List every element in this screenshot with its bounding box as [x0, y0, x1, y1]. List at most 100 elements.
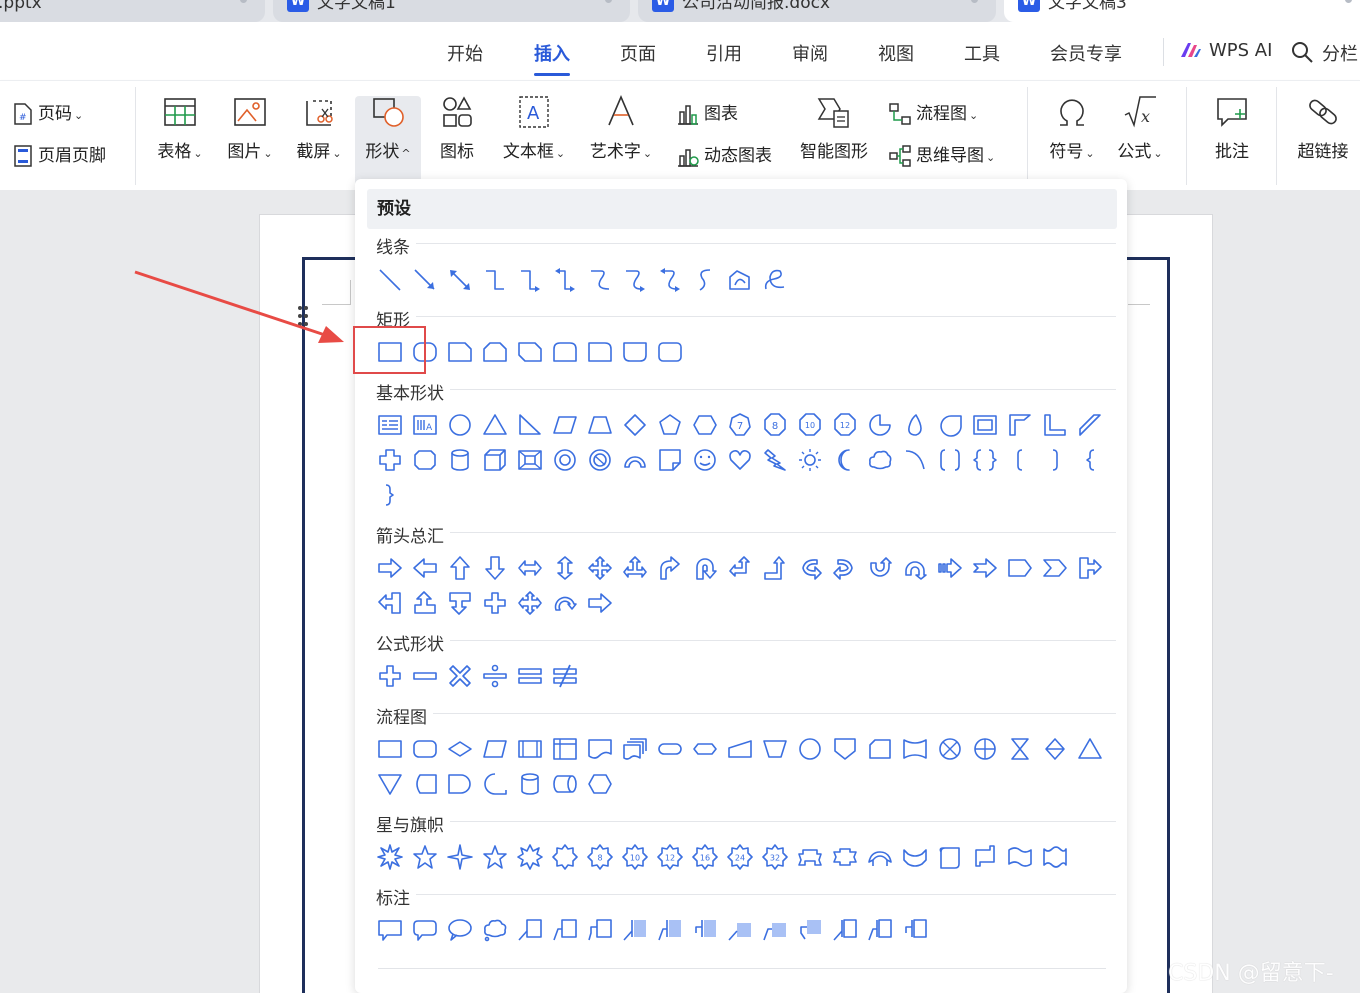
menu-tools[interactable]: 工具 [964, 40, 1000, 66]
flow-shape-icon[interactable] [587, 736, 613, 762]
flow-shape-icon[interactable] [552, 771, 578, 797]
star-shape-icon[interactable] [797, 844, 823, 870]
tab-close-icon[interactable] [240, 0, 247, 3]
star-shape-icon[interactable] [902, 844, 928, 870]
eq-shape-icon[interactable] [412, 663, 438, 689]
symbol-button[interactable]: 符号 ⌄ [1044, 91, 1100, 162]
star-shape-icon[interactable]: 10 [622, 844, 648, 870]
flow-shape-icon[interactable] [1077, 736, 1103, 762]
basic-shape-icon[interactable] [972, 412, 998, 438]
basic-shape-icon[interactable] [447, 447, 473, 473]
callout-shape-icon[interactable] [517, 917, 543, 943]
line-shape-icon[interactable] [727, 267, 753, 293]
comment-button[interactable]: 批注 [1208, 91, 1256, 162]
callout-shape-icon[interactable] [377, 917, 403, 943]
flowchart-button[interactable]: 流程图 ⌄ [888, 101, 978, 127]
line-shape-icon[interactable] [447, 267, 473, 293]
flow-shape-icon[interactable] [622, 736, 648, 762]
basic-shape-icon[interactable] [377, 412, 403, 438]
star-shape-icon[interactable] [517, 844, 543, 870]
arrow-shape-icon[interactable] [412, 555, 438, 581]
rect-shape-icon[interactable] [447, 339, 473, 365]
line-shape-icon[interactable] [552, 267, 578, 293]
callout-shape-icon[interactable] [482, 917, 508, 943]
basic-shape-icon[interactable] [867, 447, 893, 473]
flow-shape-icon[interactable] [412, 771, 438, 797]
menu-member[interactable]: 会员专享 [1050, 40, 1122, 66]
basic-shape-icon[interactable] [657, 447, 683, 473]
rect-shape-icon[interactable] [587, 339, 613, 365]
callout-shape-icon[interactable] [797, 917, 823, 943]
star-shape-icon[interactable]: 32 [762, 844, 788, 870]
page-number-button[interactable]: # 页码 ⌄ [12, 101, 83, 127]
basic-shape-icon[interactable] [692, 447, 718, 473]
star-shape-icon[interactable] [832, 844, 858, 870]
basic-shape-icon[interactable]: 10 [797, 412, 823, 438]
star-shape-icon[interactable] [552, 844, 578, 870]
arrow-shape-icon[interactable] [517, 590, 543, 616]
dynamic-chart-button[interactable]: 动态图表 [676, 143, 772, 169]
callout-shape-icon[interactable] [727, 917, 753, 943]
arrow-shape-icon[interactable] [517, 555, 543, 581]
eq-shape-icon[interactable] [447, 663, 473, 689]
basic-shape-icon[interactable] [1007, 412, 1033, 438]
arrow-shape-icon[interactable] [377, 590, 403, 616]
shape-button[interactable]: 形状 ^ [360, 91, 416, 162]
line-shape-icon[interactable] [692, 267, 718, 293]
arrow-shape-icon[interactable] [1077, 555, 1103, 581]
basic-shape-icon[interactable] [832, 447, 858, 473]
arrow-shape-icon[interactable] [482, 555, 508, 581]
arrow-shape-icon[interactable] [447, 590, 473, 616]
basic-shape-icon[interactable] [517, 447, 543, 473]
arrow-shape-icon[interactable] [1007, 555, 1033, 581]
line-shape-icon[interactable] [517, 267, 543, 293]
picture-button[interactable]: 图片 ⌄ [222, 91, 278, 162]
hyperlink-button[interactable]: 超链接 [1292, 91, 1354, 162]
textbox-button[interactable]: A 文本框 ⌄ [498, 91, 570, 162]
flow-shape-icon[interactable] [377, 736, 403, 762]
basic-shape-icon[interactable]: A [412, 412, 438, 438]
star-shape-icon[interactable] [412, 844, 438, 870]
flow-shape-icon[interactable] [517, 736, 543, 762]
basic-shape-icon[interactable] [587, 412, 613, 438]
callout-shape-icon[interactable] [832, 917, 858, 943]
basic-shape-icon[interactable] [482, 447, 508, 473]
flow-shape-icon[interactable] [587, 771, 613, 797]
basic-shape-icon[interactable]: 12 [832, 412, 858, 438]
star-shape-icon[interactable] [1042, 844, 1068, 870]
callout-shape-icon[interactable] [657, 917, 683, 943]
basic-shape-icon[interactable] [657, 412, 683, 438]
callout-shape-icon[interactable] [587, 917, 613, 943]
arrow-shape-icon[interactable] [727, 555, 753, 581]
arrow-shape-icon[interactable] [1042, 555, 1068, 581]
flow-shape-icon[interactable] [482, 771, 508, 797]
flow-shape-icon[interactable] [517, 771, 543, 797]
tab-report[interactable]: W 公司活动简报.docx [638, 0, 996, 22]
flow-shape-icon[interactable] [552, 736, 578, 762]
callout-shape-icon[interactable] [447, 917, 473, 943]
tab-pptx[interactable]: .pptx [0, 0, 265, 22]
flow-shape-icon[interactable] [902, 736, 928, 762]
basic-shape-icon[interactable] [552, 412, 578, 438]
screenshot-button[interactable]: 截屏 ⌄ [291, 91, 347, 162]
eq-shape-icon[interactable] [552, 663, 578, 689]
basic-shape-icon[interactable] [797, 447, 823, 473]
line-shape-icon[interactable] [657, 267, 683, 293]
basic-shape-icon[interactable] [937, 412, 963, 438]
rect-shape-icon[interactable] [552, 339, 578, 365]
wordart-button[interactable]: 艺术字 ⌄ [585, 91, 657, 162]
basic-shape-icon[interactable] [587, 447, 613, 473]
basic-shape-icon[interactable] [447, 412, 473, 438]
flow-shape-icon[interactable] [762, 736, 788, 762]
star-shape-icon[interactable] [482, 844, 508, 870]
search-icon[interactable] [1290, 40, 1314, 64]
star-shape-icon[interactable] [937, 844, 963, 870]
arrow-shape-icon[interactable] [832, 555, 858, 581]
star-shape-icon[interactable]: 12 [657, 844, 683, 870]
tab-doc3[interactable]: W 文字文稿3 [1004, 0, 1360, 22]
arrow-shape-icon[interactable] [552, 590, 578, 616]
arrow-shape-icon[interactable] [482, 590, 508, 616]
chart-button[interactable]: 图表 [676, 101, 738, 127]
basic-shape-icon[interactable]: 8 [762, 412, 788, 438]
flow-shape-icon[interactable] [692, 736, 718, 762]
